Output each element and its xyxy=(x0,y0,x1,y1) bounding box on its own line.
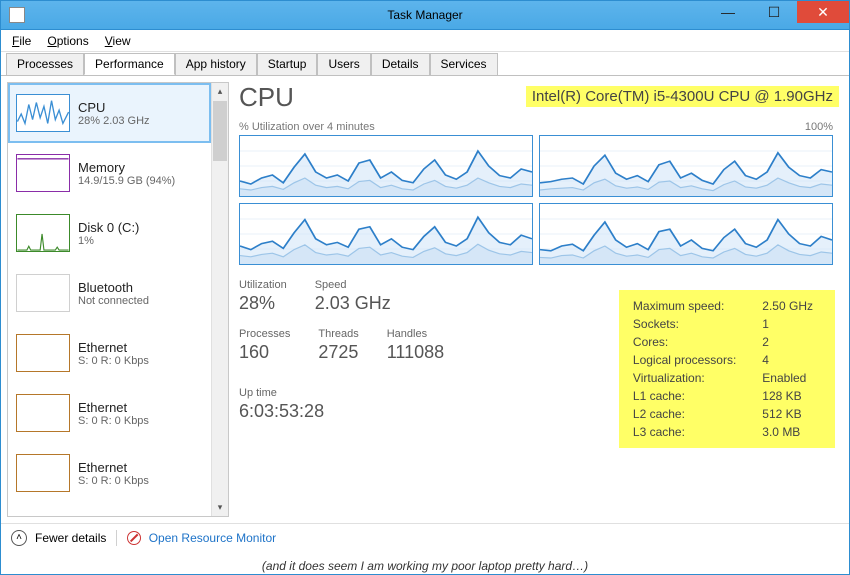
tab-processes[interactable]: Processes xyxy=(6,53,84,75)
tab-services[interactable]: Services xyxy=(430,53,498,75)
stat-processes: Processes 160 xyxy=(239,328,290,363)
titlebar[interactable]: Task Manager — ☐ ✕ xyxy=(0,0,850,30)
core-graph-4 xyxy=(539,203,833,265)
info-value: 4 xyxy=(746,352,821,368)
graph-y-max: 100% xyxy=(805,121,833,133)
tab-details[interactable]: Details xyxy=(371,53,430,75)
stat-utilization: Utilization 28% xyxy=(239,279,287,314)
cpu-model-label: Intel(R) Core(TM) i5-4300U CPU @ 1.90GHz xyxy=(526,86,839,107)
sidebar-item-label: Bluetooth xyxy=(78,280,149,295)
task-manager-window: Task Manager — ☐ ✕ File Options View Pro… xyxy=(0,0,850,575)
menu-options[interactable]: Options xyxy=(41,32,94,51)
tabstrip: Processes Performance App history Startu… xyxy=(0,52,850,76)
window-buttons: — ☐ ✕ xyxy=(705,1,849,23)
info-key: L3 cache: xyxy=(633,424,744,440)
info-value: 2 xyxy=(746,334,821,350)
sidebar-item-label: CPU xyxy=(78,100,150,115)
stat-threads: Threads 2725 xyxy=(318,328,358,363)
scroll-thumb[interactable] xyxy=(213,101,227,161)
main-panel: CPU Intel(R) Core(TM) i5-4300U CPU @ 1.9… xyxy=(229,76,849,523)
bluetooth-thumb-icon xyxy=(16,274,70,312)
sidebar-item-ethernet-1[interactable]: Ethernet S: 0 R: 0 Kbps xyxy=(8,323,211,383)
sidebar-item-disk[interactable]: Disk 0 (C:) 1% xyxy=(8,203,211,263)
info-key: Maximum speed: xyxy=(633,298,744,314)
sidebar-item-cpu[interactable]: CPU 28% 2.03 GHz xyxy=(8,83,211,143)
cpu-thumb-icon xyxy=(16,94,70,132)
sidebar-item-label: Disk 0 (C:) xyxy=(78,220,139,235)
info-key: Cores: xyxy=(633,334,744,350)
tab-app-history[interactable]: App history xyxy=(175,53,257,75)
sidebar-item-sub: Not connected xyxy=(78,295,149,307)
tab-performance[interactable]: Performance xyxy=(84,53,175,75)
sidebar-item-ethernet-2[interactable]: Ethernet S: 0 R: 0 Kbps xyxy=(8,383,211,443)
info-key: L1 cache: xyxy=(633,388,744,404)
tab-users[interactable]: Users xyxy=(317,53,370,75)
sidebar-item-sub: S: 0 R: 0 Kbps xyxy=(78,415,149,427)
cpu-info-table: Maximum speed:2.50 GHzSockets:1Cores:2Lo… xyxy=(631,296,823,442)
ethernet-thumb-icon xyxy=(16,334,70,372)
ethernet-thumb-icon xyxy=(16,394,70,432)
info-key: Sockets: xyxy=(633,316,744,332)
ethernet-thumb-icon xyxy=(16,454,70,492)
close-button[interactable]: ✕ xyxy=(797,1,849,23)
sidebar-item-sub: 14.9/15.9 GB (94%) xyxy=(78,175,175,187)
sidebar-item-memory[interactable]: Memory 14.9/15.9 GB (94%) xyxy=(8,143,211,203)
footer: ˄ Fewer details Open Resource Monitor xyxy=(1,523,849,551)
resource-monitor-link[interactable]: Open Resource Monitor xyxy=(127,531,276,545)
core-graph-2 xyxy=(539,135,833,197)
graph-y-label: % Utilization over 4 minutes xyxy=(239,121,375,133)
sidebar-item-ethernet-3[interactable]: Ethernet S: 0 R: 0 Kbps xyxy=(8,443,211,503)
app-icon xyxy=(9,7,25,23)
info-value: 3.0 MB xyxy=(746,424,821,440)
info-value: 512 KB xyxy=(746,406,821,422)
sidebar-item-bluetooth[interactable]: Bluetooth Not connected xyxy=(8,263,211,323)
maximize-button[interactable]: ☐ xyxy=(751,1,797,23)
graph-header: % Utilization over 4 minutes 100% xyxy=(239,121,839,133)
stat-uptime: Up time 6:03:53:28 xyxy=(239,387,444,422)
memory-thumb-icon xyxy=(16,154,70,192)
sidebar-item-sub: 1% xyxy=(78,235,139,247)
stat-speed: Speed 2.03 GHz xyxy=(315,279,391,314)
menubar: File Options View xyxy=(0,30,850,52)
sidebar-item-label: Ethernet xyxy=(78,340,149,355)
body: CPU 28% 2.03 GHz Memory 14.9/15.9 GB (94… xyxy=(1,76,849,523)
stat-handles: Handles 111088 xyxy=(387,328,444,363)
cpu-core-graphs xyxy=(239,135,839,265)
menu-view[interactable]: View xyxy=(99,32,137,51)
caption-text: (and it does seem I am working my poor l… xyxy=(0,559,850,573)
tab-startup[interactable]: Startup xyxy=(257,53,318,75)
sidebar-item-sub: S: 0 R: 0 Kbps xyxy=(78,355,149,367)
page-title: CPU xyxy=(239,82,294,113)
info-key: L2 cache: xyxy=(633,406,744,422)
info-value: 2.50 GHz xyxy=(746,298,821,314)
resource-monitor-icon xyxy=(127,531,141,545)
sidebar: CPU 28% 2.03 GHz Memory 14.9/15.9 GB (94… xyxy=(7,82,229,517)
fewer-details-link[interactable]: Fewer details xyxy=(35,531,106,545)
sidebar-item-sub: S: 0 R: 0 Kbps xyxy=(78,475,149,487)
disk-thumb-icon xyxy=(16,214,70,252)
scroll-up-icon[interactable]: ▴ xyxy=(212,83,228,100)
core-graph-1 xyxy=(239,135,533,197)
info-value: 1 xyxy=(746,316,821,332)
sidebar-item-label: Memory xyxy=(78,160,175,175)
sidebar-item-label: Ethernet xyxy=(78,400,149,415)
info-key: Virtualization: xyxy=(633,370,744,386)
minimize-button[interactable]: — xyxy=(705,1,751,23)
info-value: 128 KB xyxy=(746,388,821,404)
sidebar-item-label: Ethernet xyxy=(78,460,149,475)
scroll-down-icon[interactable]: ▾ xyxy=(212,499,228,516)
sidebar-scrollbar[interactable]: ▴ ▾ xyxy=(211,83,228,516)
core-graph-3 xyxy=(239,203,533,265)
info-key: Logical processors: xyxy=(633,352,744,368)
divider xyxy=(116,530,117,546)
info-value: Enabled xyxy=(746,370,821,386)
sidebar-item-sub: 28% 2.03 GHz xyxy=(78,115,150,127)
chevron-up-icon[interactable]: ˄ xyxy=(11,530,27,546)
cpu-info-box: Maximum speed:2.50 GHzSockets:1Cores:2Lo… xyxy=(619,290,835,448)
menu-file[interactable]: File xyxy=(6,32,37,51)
